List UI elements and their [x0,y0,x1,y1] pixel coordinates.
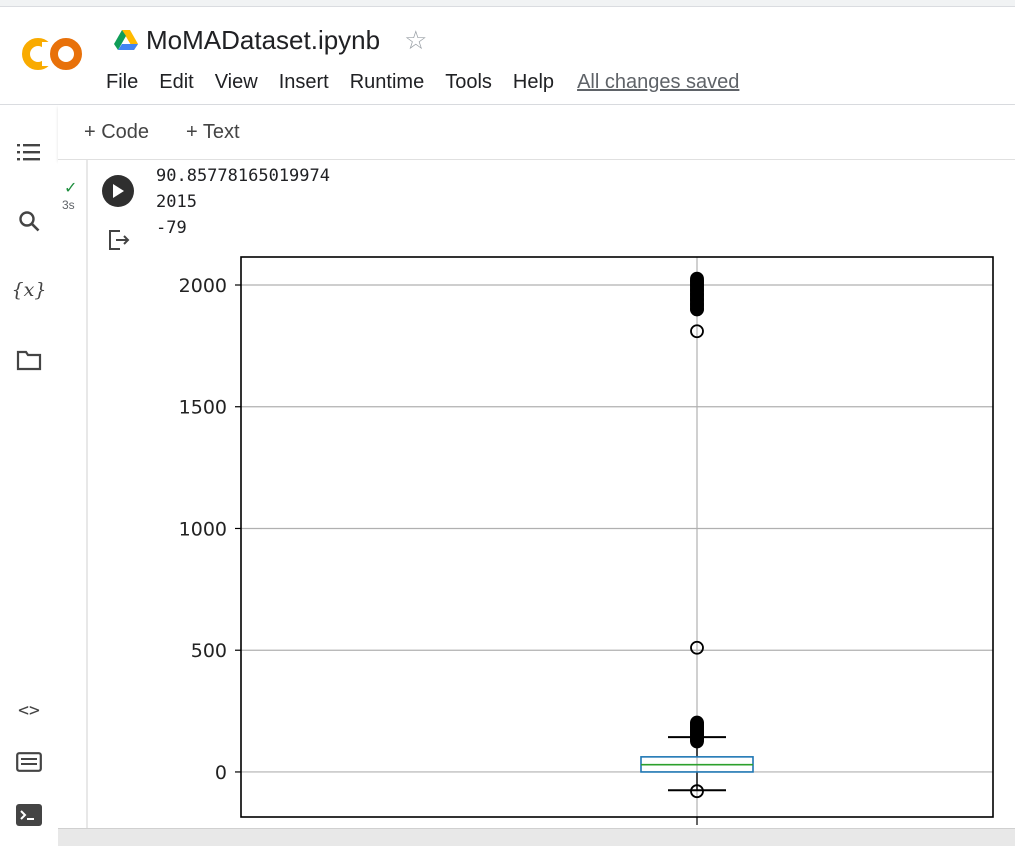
outlier-cluster-point [690,715,704,730]
notebook-toolbar: + Code + Text [58,105,1015,160]
search-icon[interactable] [16,208,42,234]
run-cell-button[interactable] [102,175,134,207]
grid-layer [241,257,993,817]
y-tick-label: 1500 [179,397,227,419]
boxplot-chart: 0 500 1000 1500 2000 [179,256,994,825]
table-of-contents-icon[interactable] [16,139,42,165]
plot-frame [240,256,994,818]
horizontal-scrollbar[interactable] [58,828,1015,846]
terminal-icon[interactable] [16,802,42,828]
output-line: -79 [156,218,187,238]
play-icon [113,184,124,198]
variables-icon[interactable]: {x} [12,277,47,303]
star-icon[interactable]: ☆ [404,25,427,56]
menu-edit[interactable]: Edit [159,71,193,94]
cell-gutter-border [86,160,88,828]
menu-help[interactable]: Help [513,71,554,94]
colab-logo[interactable] [20,34,86,74]
output-line: 2015 [156,192,197,212]
tick-layer: 0 500 1000 1500 2000 [179,275,698,825]
command-palette-icon[interactable] [16,749,42,775]
code-snippets-icon[interactable]: <> [16,697,42,723]
output-actions-icon[interactable] [108,229,132,256]
outlier-cluster-point [690,271,704,286]
left-sidebar: {x} <> [0,105,59,845]
output-line: 90.85778165019974 [156,166,330,186]
y-tick-label: 1000 [179,518,227,540]
menu-view[interactable]: View [215,71,258,94]
y-tick-label: 500 [191,640,227,662]
menu-insert[interactable]: Insert [279,71,329,94]
google-drive-icon[interactable] [114,29,138,51]
y-tick-label: 0 [215,762,227,784]
title-row: MoMADataset.ipynb ☆ [114,24,427,56]
save-status-link[interactable]: All changes saved [577,71,739,94]
check-icon: ✓ [64,180,78,197]
notebook-title[interactable]: MoMADataset.ipynb [146,25,380,56]
execution-time: 3s [62,198,75,212]
menu-bar: File Edit View Insert Runtime Tools Help… [106,68,739,96]
window-top-strip [0,0,1015,7]
folder-icon[interactable] [16,347,42,373]
menu-tools[interactable]: Tools [445,71,492,94]
y-tick-label: 2000 [179,275,227,297]
add-text-button[interactable]: + Text [186,121,240,144]
add-code-button[interactable]: + Code [84,121,149,144]
menu-runtime[interactable]: Runtime [350,71,424,94]
menu-file[interactable]: File [106,71,138,94]
